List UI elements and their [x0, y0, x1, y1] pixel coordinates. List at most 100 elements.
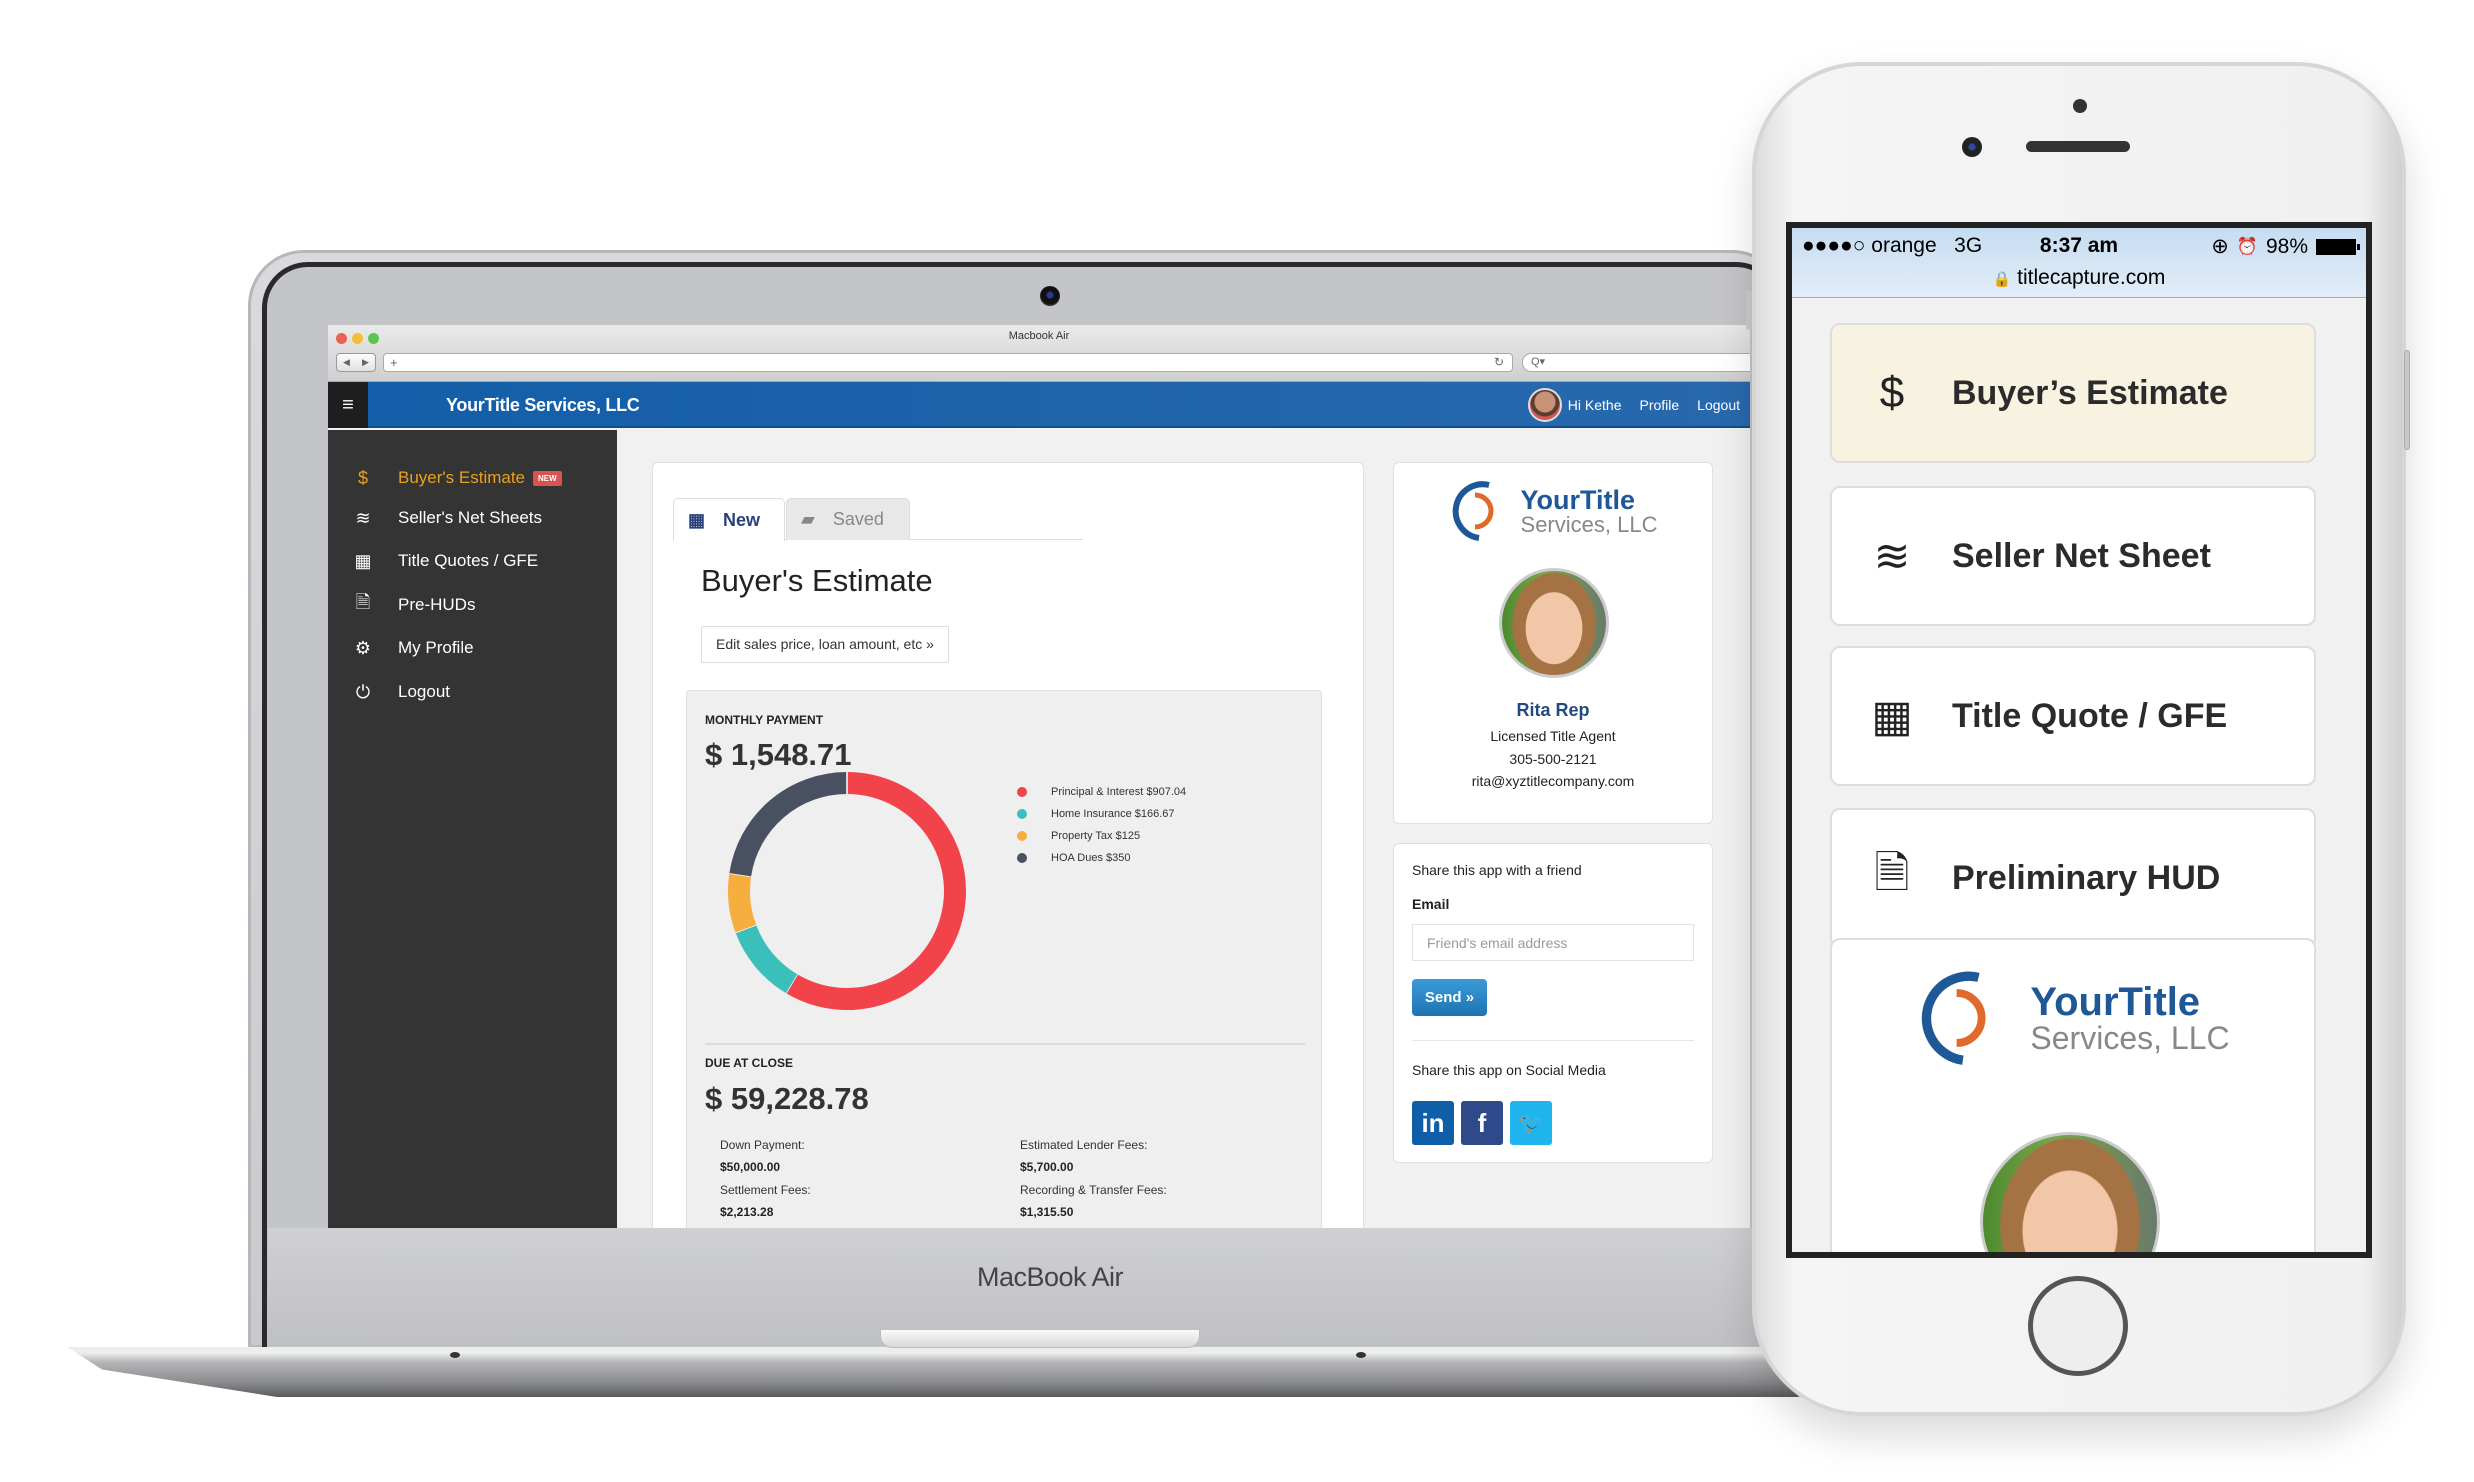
donut-slice-property-tax [728, 873, 757, 933]
laptop-camera-icon [1040, 286, 1060, 306]
header-user-menu: Hi Kethe Profile Logout [1527, 382, 1750, 428]
facebook-icon[interactable]: f [1461, 1101, 1503, 1145]
phone-status-bar: ●●●●○ orange 3G 8:37 am ⊕ ⏰ 98% 🔒 titlec… [1792, 228, 2366, 298]
agent-role: Licensed Title Agent [1490, 728, 1616, 744]
battery-icon [2316, 238, 2360, 255]
sidebar-item-label: Title Quotes / GFE [398, 551, 539, 570]
agent-phone[interactable]: 305-500-2121 [1394, 751, 1712, 767]
phone-url-bar[interactable]: 🔒 titlecapture.com [1792, 266, 2366, 290]
estimate-summary: MONTHLY PAYMENT $ 1,548.71 Principal & I… [686, 690, 1322, 1228]
laptop-foot [450, 1352, 460, 1358]
legend-item: Home Insurance $166.67 [1017, 803, 1186, 825]
dollar-icon: $ [1879, 368, 1905, 417]
battery-percent: 98% [2265, 234, 2308, 258]
laptop-screen: Macbook Air ◀ ▶ + ↻ Q▾ ≡ YourTitle Servi… [328, 325, 1750, 1228]
legend-label: Principal & Interest $907.04 [1051, 786, 1187, 798]
sidebar-item-sellers-net-sheets[interactable]: ≋ Seller's Net Sheets [328, 498, 617, 538]
edit-estimate-button[interactable]: Edit sales price, loan amount, etc » [701, 626, 949, 663]
share-title: Share this app with a friend [1412, 862, 1582, 878]
logout-link[interactable]: Logout [1697, 397, 1740, 413]
dollar-icon: $ [357, 467, 368, 488]
nav-buttons: ◀ ▶ [336, 353, 376, 372]
monthly-payment-label: MONTHLY PAYMENT [705, 713, 824, 727]
estimate-card: ▦ New ▰ Saved Buyer's Estimate Edit sale… [652, 462, 1364, 1228]
search-icon: Q▾ [1531, 356, 1546, 368]
fee-value-down-payment: $50,000.00 [720, 1160, 781, 1174]
friend-email-input[interactable] [1412, 924, 1694, 961]
fee-label-lender-fees: Estimated Lender Fees: [1020, 1138, 1148, 1152]
donut-slice-principal-interest [786, 772, 966, 1010]
logo-rings-icon [1922, 971, 1986, 1065]
app-title[interactable]: YourTitle Services, LLC [446, 382, 640, 428]
reload-icon[interactable]: ↻ [1494, 354, 1504, 371]
share-divider [1412, 1040, 1694, 1041]
donut-slice-home-insurance [735, 924, 798, 994]
donut-slice-hoa-dues [729, 772, 848, 877]
user-avatar[interactable] [1527, 388, 1562, 422]
legend-swatch [1017, 831, 1027, 841]
power-icon: ⏻ [355, 681, 371, 702]
sidebar: $ Buyer's Estimate NEW ≋ Seller's Net Sh… [328, 430, 617, 1228]
email-label: Email [1412, 896, 1450, 912]
phone-card-preliminary-hud[interactable]: 🗎 Preliminary HUD [1830, 808, 2316, 948]
browser-search-field[interactable]: Q▾ [1522, 353, 1750, 372]
phone-screen: ●●●●○ orange 3G 8:37 am ⊕ ⏰ 98% 🔒 titlec… [1786, 222, 2372, 1258]
app-header: ≡ YourTitle Services, LLC Hi Kethe Profi… [328, 382, 1750, 428]
back-icon[interactable]: ◀ [343, 357, 350, 368]
sidebar-item-title-quotes[interactable]: ▦ Title Quotes / GFE [328, 541, 617, 581]
phone-agent-card: YourTitle Services, LLC [1830, 938, 2316, 1252]
logo-line-2: Services, LLC [2030, 1020, 2230, 1056]
phone-card-seller-net-sheet[interactable]: ≋ Seller Net Sheet [1830, 486, 2316, 626]
phone-url: titlecapture.com [2017, 266, 2166, 289]
chart-legend: Principal & Interest $907.04 Home Insura… [1017, 781, 1186, 869]
social-title: Share this app on Social Media [1412, 1062, 1606, 1078]
sidebar-item-pre-huds[interactable]: 🗎 Pre-HUDs [328, 585, 617, 625]
monthly-payment-donut-chart [728, 772, 966, 1010]
sidebar-item-logout[interactable]: ⏻ Logout [328, 672, 617, 712]
section-divider [705, 1043, 1305, 1045]
due-at-close-label: DUE AT CLOSE [705, 1056, 794, 1070]
menu-icon[interactable]: ≡ [328, 382, 368, 428]
url-text: + [390, 355, 398, 370]
linkedin-icon[interactable]: in [1412, 1101, 1454, 1145]
logo-rings-icon [1452, 481, 1494, 541]
calculator-icon: ▦ [688, 509, 706, 530]
document-icon: 🗎 [1874, 848, 1910, 898]
address-bar[interactable]: + ↻ [383, 353, 1513, 372]
calculator-icon: ▦ [1871, 691, 1913, 741]
sidebar-item-my-profile[interactable]: ⚙ My Profile [328, 628, 617, 668]
phone-speaker-icon [2026, 141, 2130, 152]
company-logo: YourTitle Services, LLC [1394, 479, 1712, 543]
legend-label: Home Insurance $166.67 [1051, 808, 1175, 820]
tab-new[interactable]: ▦ New [673, 498, 785, 541]
share-card: Share this app with a friend Email Send … [1393, 843, 1713, 1163]
sidebar-item-label: Seller's Net Sheets [398, 508, 543, 527]
legend-label: HOA Dues $350 [1051, 852, 1131, 864]
phone-card-label: Title Quote / GFE [1952, 696, 2228, 735]
phone-card-label: Seller Net Sheet [1952, 536, 2211, 575]
profile-link[interactable]: Profile [1639, 397, 1679, 413]
twitter-icon[interactable]: 🐦 [1510, 1101, 1552, 1145]
page-title: Buyer's Estimate [701, 563, 933, 598]
send-button[interactable]: Send » [1412, 979, 1487, 1016]
phone-card-title-quote[interactable]: ▦ Title Quote / GFE [1830, 646, 2316, 786]
forward-icon[interactable]: ▶ [362, 357, 369, 368]
agent-email[interactable]: rita@xyztitlecompany.com [1394, 773, 1712, 789]
phone-home-button[interactable] [2028, 1276, 2128, 1376]
fee-value-recording-fees: $1,315.50 [1020, 1205, 1074, 1219]
legend-item: Property Tax $125 [1017, 825, 1186, 847]
window-title: Macbook Air [1008, 330, 1070, 342]
estimate-tabs: ▦ New ▰ Saved [673, 498, 1083, 541]
logo-line-2: Services, LLC [1520, 511, 1658, 537]
lock-icon: 🔒 [1992, 271, 2012, 288]
sidebar-item-label: Pre-HUDs [398, 595, 476, 614]
phone-card-label: Preliminary HUD [1952, 858, 2221, 897]
tab-saved[interactable]: ▰ Saved [786, 498, 910, 540]
phone-card-buyers-estimate[interactable]: $ Buyer’s Estimate [1830, 323, 2316, 463]
status-indicators: ⊕ ⏰ 98% [2211, 234, 2360, 259]
sidebar-item-buyers-estimate[interactable]: $ Buyer's Estimate NEW [328, 458, 617, 498]
legend-label: Property Tax $125 [1051, 830, 1141, 842]
logo-line-1: YourTitle [2030, 980, 2201, 1024]
due-at-close-amount: $ 59,228.78 [705, 1081, 869, 1116]
layers-icon: ≋ [355, 507, 371, 528]
